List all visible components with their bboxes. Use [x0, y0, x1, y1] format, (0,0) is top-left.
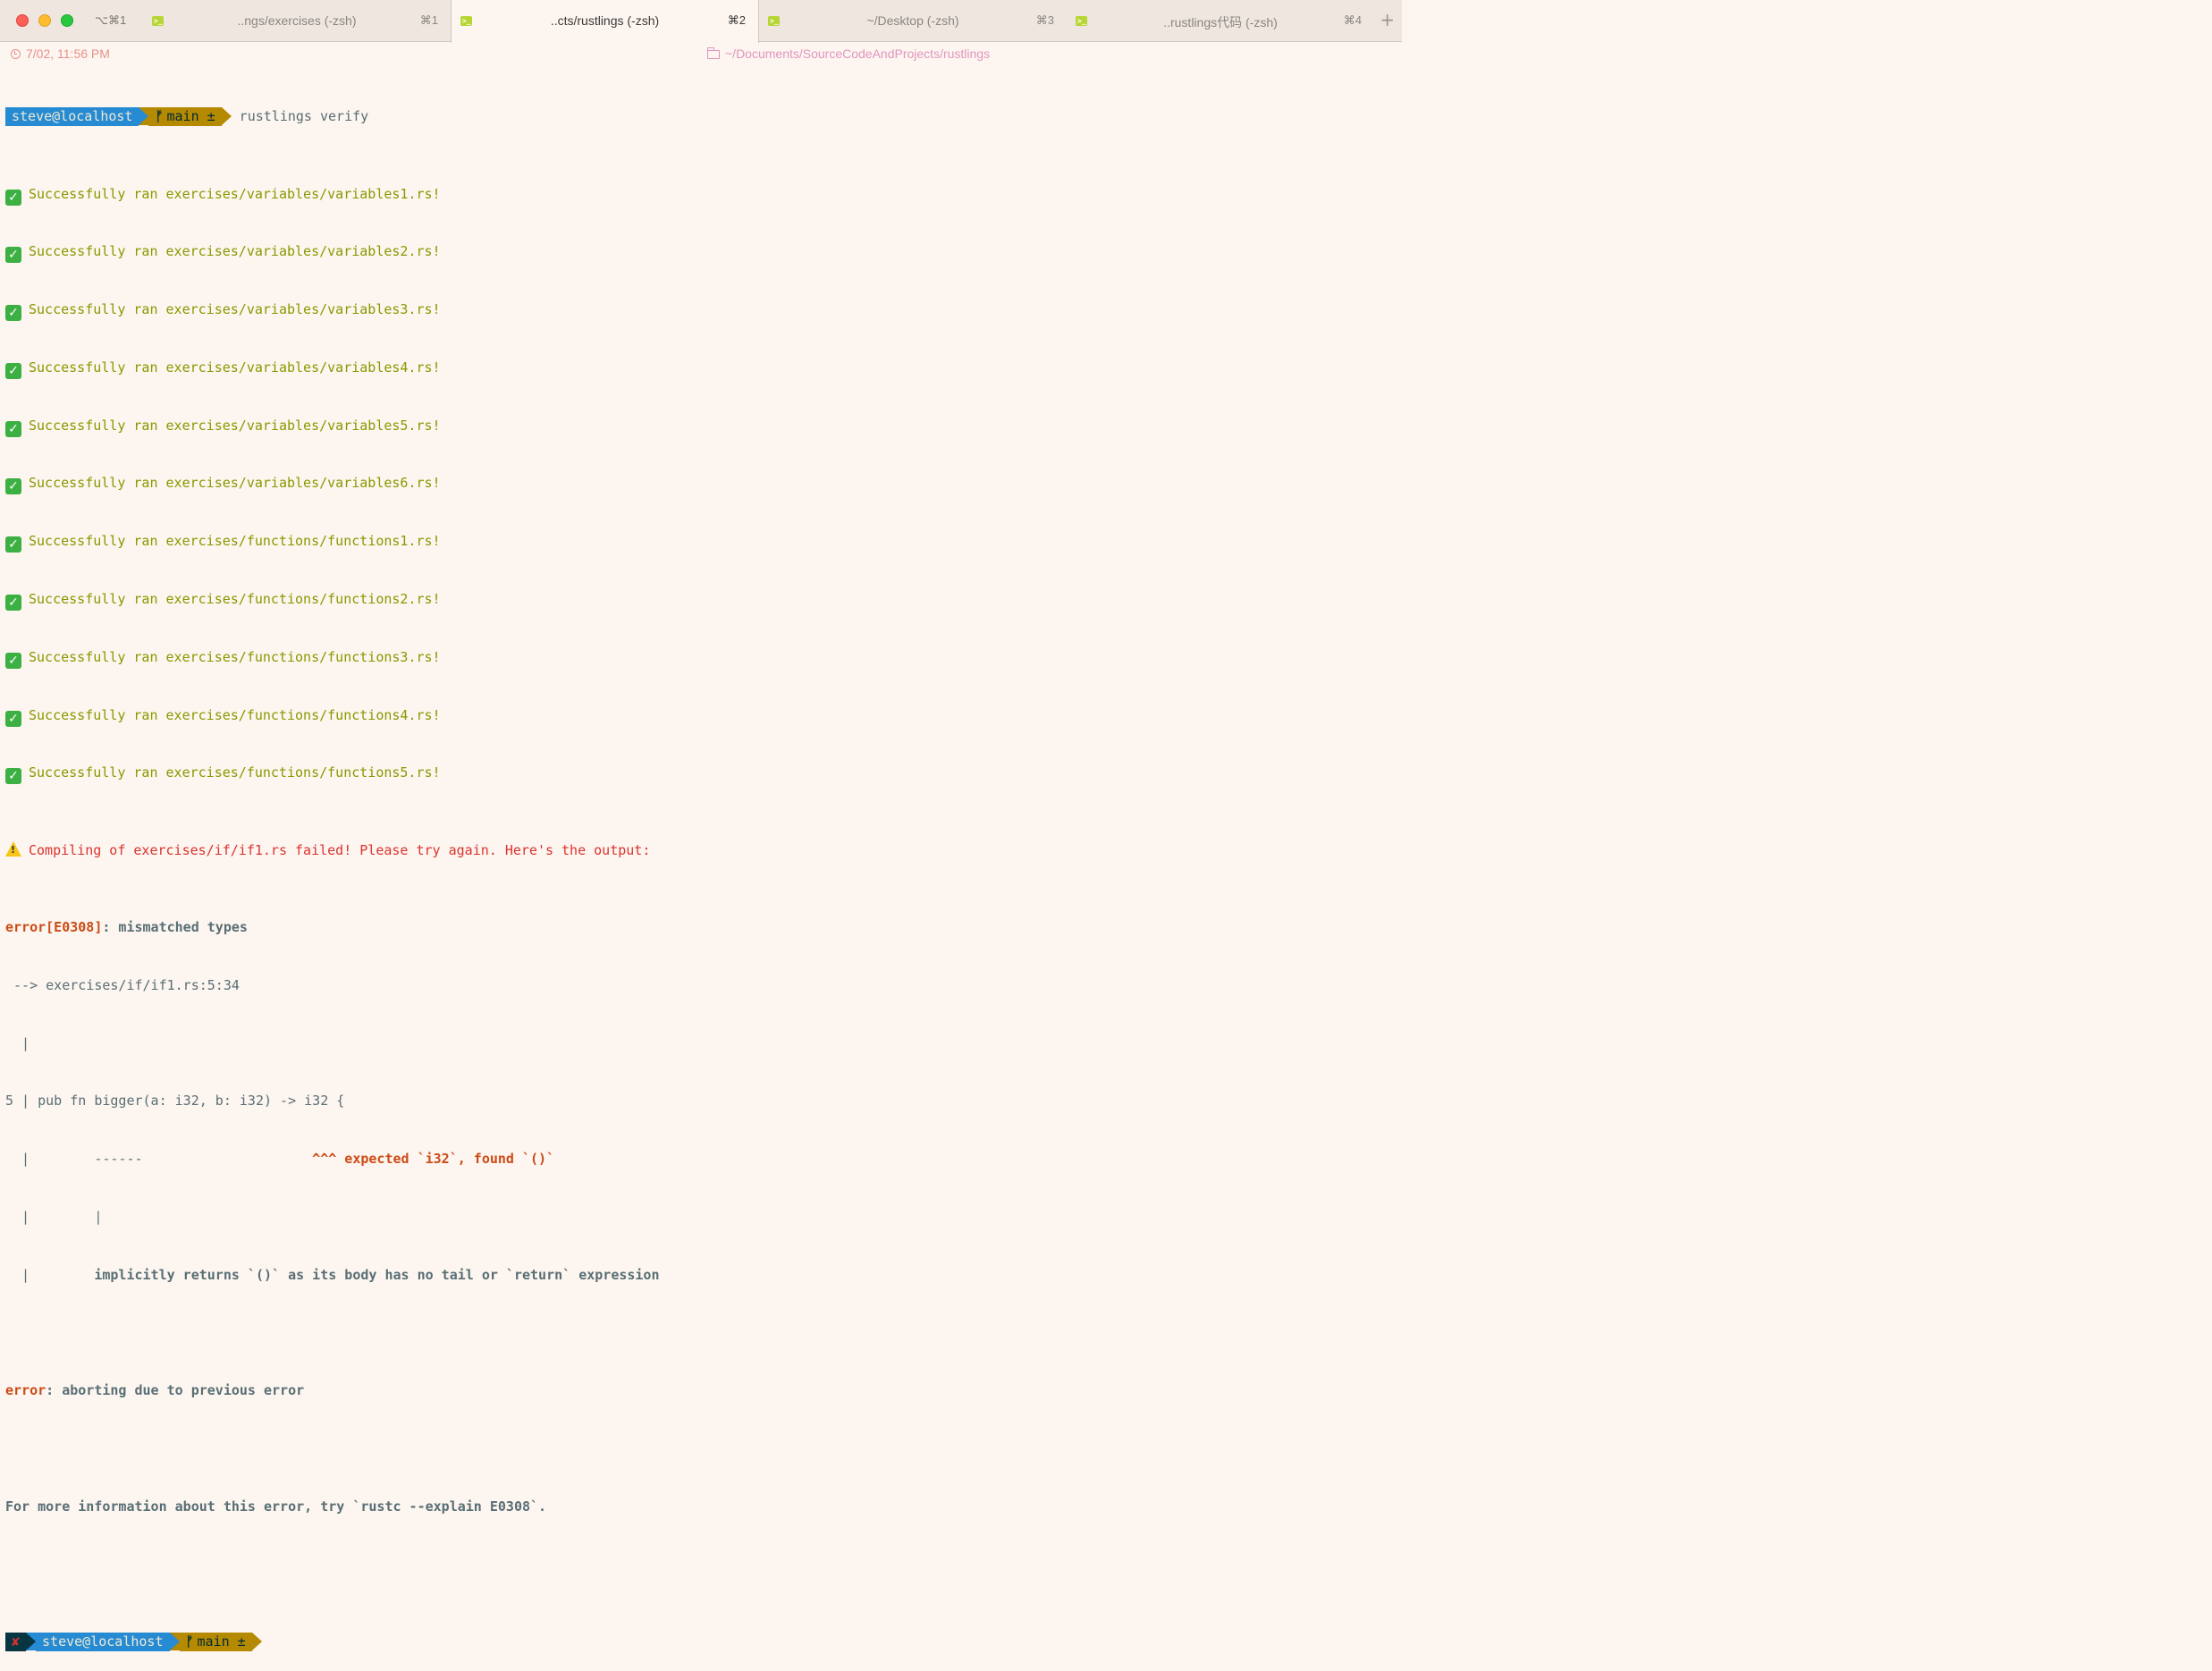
prompt-user: steve@localhost	[36, 1633, 170, 1652]
tab-shortcut: ⌘1	[419, 13, 438, 27]
warning-icon: !	[5, 840, 21, 857]
success-line: ✓ Successfully ran exercises/functions/fu…	[5, 764, 1397, 785]
error-source-line: 5 | pub fn bigger(a: i32, b: i32) -> i32…	[5, 1093, 345, 1110]
success-line: ✓ Successfully ran exercises/variables/va…	[5, 359, 1397, 379]
prompt-separator	[251, 1633, 262, 1651]
current-directory[interactable]: ~/Documents/SourceCodeAndProjects/rustli…	[706, 46, 991, 61]
success-line: ✓ Successfully ran exercises/functions/fu…	[5, 590, 1397, 612]
tab-3[interactable]: >_ ~/Desktop (-zsh) ⌘3	[759, 0, 1067, 42]
error-pipe-line: | |	[5, 1209, 103, 1226]
prompt-line[interactable]: ✘ steve@localhost ᚠ main ±	[5, 1633, 1397, 1652]
window-hotkey-label: ⌥⌘1	[95, 13, 127, 27]
check-icon: ✓	[5, 478, 21, 495]
minimize-window-button[interactable]	[38, 14, 51, 27]
tab-bar: ⌥⌘1 >_ ..ngs/exercises (-zsh) ⌘1 >_ ..ct…	[0, 0, 1402, 43]
error-code: error[E0308]	[5, 919, 103, 936]
check-icon: ✓	[5, 652, 21, 669]
close-window-button[interactable]	[16, 14, 29, 27]
error-underline: | ------ ^^^ expected `i32`, found `()`	[5, 1150, 1397, 1169]
check-icon: ✓	[5, 305, 21, 322]
zoom-window-button[interactable]	[61, 14, 73, 27]
check-icon: ✓	[5, 595, 21, 612]
error-implicit-line: | implicitly returns `()` as its body ha…	[5, 1266, 1397, 1286]
git-branch-icon: ᚠ	[155, 108, 164, 125]
clock-icon	[11, 49, 21, 59]
warning-line: ! Compiling of exercises/if/if1.rs failed…	[5, 840, 1397, 861]
command-text: rustlings verify	[239, 108, 369, 125]
tab-shortcut: ⌘4	[1343, 13, 1362, 27]
tab-shortcut: ⌘3	[1035, 13, 1054, 27]
implicit-note: implicitly returns `()` as its body has …	[94, 1266, 660, 1283]
status-bar: 7/02, 11:56 PM ~/Documents/SourceCodeAnd…	[0, 45, 1402, 64]
session-time-text: 7/02, 11:56 PM	[26, 46, 110, 61]
prompt-status: ✘	[5, 1633, 27, 1652]
success-text: Successfully ran exercises/functions/fun…	[29, 591, 441, 608]
folder-icon	[706, 47, 720, 59]
check-icon: ✓	[5, 362, 21, 379]
success-text: Successfully ran exercises/variables/var…	[29, 475, 441, 492]
tab-title: ..ngs/exercises (-zsh)	[237, 13, 357, 28]
check-icon: ✓	[5, 189, 21, 206]
prompt-branch-text: main ±	[166, 108, 215, 125]
check-icon: ✓	[5, 420, 21, 437]
error-gutter: |	[5, 1034, 30, 1051]
error-message: : mismatched types	[102, 919, 248, 936]
tab-title: ~/Desktop (-zsh)	[866, 13, 959, 28]
tab-4[interactable]: >_ ..rustlings代码 (-zsh) ⌘4	[1067, 0, 1374, 42]
tab-2[interactable]: >_ ..cts/rustlings (-zsh) ⌘2	[451, 0, 759, 43]
abort-line: error: aborting due to previous error	[5, 1381, 1397, 1401]
success-text: Successfully ran exercises/functions/fun…	[29, 648, 441, 665]
check-icon: ✓	[5, 710, 21, 727]
success-line: ✓ Successfully ran exercises/variables/va…	[5, 185, 1397, 206]
success-line: ✓ Successfully ran exercises/variables/va…	[5, 417, 1397, 437]
success-text: Successfully ran exercises/variables/var…	[29, 359, 441, 376]
prompt-branch: ᚠ main ±	[179, 1633, 252, 1652]
prompt-separator	[169, 1633, 180, 1651]
prompt-line: steve@localhost ᚠ main ± rustlings verify	[5, 107, 1397, 127]
success-text: Successfully ran exercises/functions/fun…	[29, 706, 441, 723]
prompt-user: steve@localhost	[5, 107, 139, 127]
warning-text: Compiling of exercises/if/if1.rs failed!…	[29, 841, 651, 858]
abort-message: : aborting due to previous error	[46, 1382, 305, 1399]
abort-label: error	[5, 1382, 46, 1399]
success-text: Successfully ran exercises/variables/var…	[29, 185, 441, 202]
current-directory-text: ~/Documents/SourceCodeAndProjects/rustli…	[725, 46, 991, 61]
error-header: error[E0308]: mismatched types	[5, 918, 1397, 938]
success-line: ✓ Successfully ran exercises/functions/fu…	[5, 532, 1397, 553]
check-icon: ✓	[5, 247, 21, 264]
tab-title: ..cts/rustlings (-zsh)	[550, 13, 660, 28]
success-text: Successfully ran exercises/functions/fun…	[29, 533, 441, 550]
tab-title: ..rustlings代码 (-zsh)	[1163, 15, 1278, 30]
terminal-output[interactable]: steve@localhost ᚠ main ± rustlings verify ✓…	[5, 69, 1397, 1671]
git-branch-icon: ᚠ	[185, 1633, 194, 1650]
success-line: ✓ Successfully ran exercises/functions/fu…	[5, 648, 1397, 669]
success-text: Successfully ran exercises/variables/var…	[29, 301, 441, 318]
prompt-separator	[221, 107, 232, 126]
underline-prefix: | ------	[5, 1151, 313, 1168]
prompt-branch-text: main ±	[197, 1633, 246, 1650]
success-line: ✓ Successfully ran exercises/variables/va…	[5, 474, 1397, 495]
success-line: ✓ Successfully ran exercises/variables/va…	[5, 242, 1397, 264]
prompt-separator	[139, 107, 149, 126]
check-icon: ✓	[5, 536, 21, 553]
more-info-line: For more information about this error, t…	[5, 1498, 547, 1515]
session-time: 7/02, 11:56 PM	[11, 46, 110, 61]
success-line: ✓ Successfully ran exercises/variables/va…	[5, 300, 1397, 322]
prompt-separator	[26, 1633, 37, 1651]
success-line: ✓ Successfully ran exercises/functions/fu…	[5, 706, 1397, 727]
prompt-branch: ᚠ main ±	[148, 107, 222, 127]
tab-1[interactable]: >_ ..ngs/exercises (-zsh) ⌘1	[143, 0, 451, 42]
tab-shortcut: ⌘2	[727, 13, 746, 27]
success-text: Successfully ran exercises/variables/var…	[29, 243, 441, 260]
success-text: Successfully ran exercises/functions/fun…	[29, 764, 441, 781]
new-tab-button[interactable]: +	[1380, 9, 1395, 30]
success-text: Successfully ran exercises/variables/var…	[29, 417, 441, 434]
error-location: --> exercises/if/if1.rs:5:34	[5, 976, 240, 993]
check-icon: ✓	[5, 768, 21, 785]
underline-note: ^^^ expected `i32`, found `()`	[312, 1151, 555, 1168]
implicit-prefix: |	[5, 1266, 95, 1283]
